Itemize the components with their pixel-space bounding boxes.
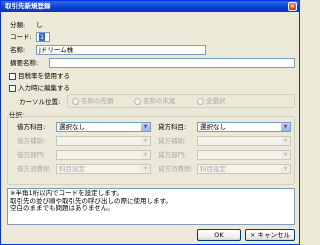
use-rate-checkbox[interactable] (9, 73, 16, 80)
credit-dept-label: 貸方部門: (158, 151, 187, 159)
debit-tax-select[interactable]: 科目設定 ▼ (56, 164, 151, 174)
edit-on-input-label[interactable]: 入力時に編集する (18, 84, 70, 92)
debit-sub-label: 借方補助: (17, 137, 46, 145)
chevron-down-icon[interactable]: ▼ (281, 123, 290, 131)
chevron-down-icon[interactable]: ▼ (281, 137, 290, 145)
short-name-input[interactable] (49, 58, 295, 68)
chevron-down-icon[interactable]: ▼ (141, 165, 150, 173)
edit-on-input-checkbox[interactable] (9, 85, 16, 92)
credit-tax-select[interactable]: 科目設定 ▼ (197, 164, 291, 174)
cursor-option-end-label[interactable]: 名称の末尾 (143, 97, 176, 105)
cursor-position-label: カーソル位置: (19, 98, 61, 106)
code-input-value: 1 (39, 33, 46, 41)
debit-account-select[interactable]: 選択なし ▼ (56, 122, 151, 132)
window-title: 取引先新規登録 (5, 2, 51, 10)
code-label: コード: (10, 33, 32, 41)
cancel-button-label: キャンセル (257, 231, 290, 239)
chevron-down-icon[interactable]: ▼ (141, 123, 150, 131)
cursor-option-start-label[interactable]: 名称の先頭 (81, 97, 114, 105)
use-rate-label[interactable]: 目税率を使用する (18, 72, 70, 80)
cursor-option-start-radio[interactable] (72, 98, 79, 105)
debit-account-label: 借方科目: (17, 123, 46, 131)
credit-account-label: 貸方科目: (158, 123, 187, 131)
credit-dept-select[interactable]: ▼ (197, 150, 291, 160)
debit-tax-label: 借方消費税: (17, 165, 52, 173)
debit-dept-label: 借方部門: (17, 151, 46, 159)
credit-sub-label: 貸方補助: (158, 137, 187, 145)
credit-account-select[interactable]: 選択なし ▼ (197, 122, 291, 132)
close-button[interactable]: × (288, 2, 297, 11)
chevron-down-icon[interactable]: ▼ (281, 151, 290, 159)
ok-button-label: OK (214, 231, 224, 239)
cancel-icon: × (250, 231, 256, 239)
ok-button[interactable]: OK (197, 229, 241, 241)
debit-tax-value: 科目設定 (59, 165, 85, 173)
credit-sub-select[interactable]: ▼ (197, 136, 291, 146)
chevron-down-icon[interactable]: ▼ (281, 165, 290, 173)
short-name-label: 摘要名称: (10, 59, 39, 67)
chevron-down-icon[interactable]: ▼ (141, 137, 150, 145)
debit-dept-select[interactable]: ▼ (56, 150, 151, 160)
chevron-down-icon[interactable]: ▼ (141, 151, 150, 159)
cursor-option-all-label[interactable]: 全選択 (206, 97, 226, 105)
credit-account-value: 選択なし (200, 123, 226, 131)
cancel-button[interactable]: × キャンセル (245, 229, 295, 241)
category-value: し (36, 21, 43, 29)
title-bar[interactable]: 取引先新規登録 × (1, 1, 299, 12)
credit-tax-label: 貸方消費税: (158, 165, 193, 173)
credit-tax-value: 科目設定 (200, 165, 226, 173)
cursor-option-all-radio[interactable] (197, 98, 204, 105)
cursor-option-end-radio[interactable] (134, 98, 141, 105)
category-label: 分類: (10, 21, 26, 29)
name-input[interactable]: Jドリーム株 (36, 45, 206, 55)
help-memo: ※半角1桁以内でコードを設定します。 取引先の並び順や取引先の呼び出しの際に使用… (7, 188, 295, 225)
dialog-window: 取引先新規登録 × 分類: し コード: 1 名称: Jドリーム株 摘要名称: … (0, 0, 300, 245)
code-input[interactable]: 1 (36, 32, 50, 42)
name-label: 名称: (10, 46, 26, 54)
debit-account-value: 選択なし (59, 123, 85, 131)
close-icon: × (289, 3, 296, 10)
debit-sub-select[interactable]: ▼ (56, 136, 151, 146)
